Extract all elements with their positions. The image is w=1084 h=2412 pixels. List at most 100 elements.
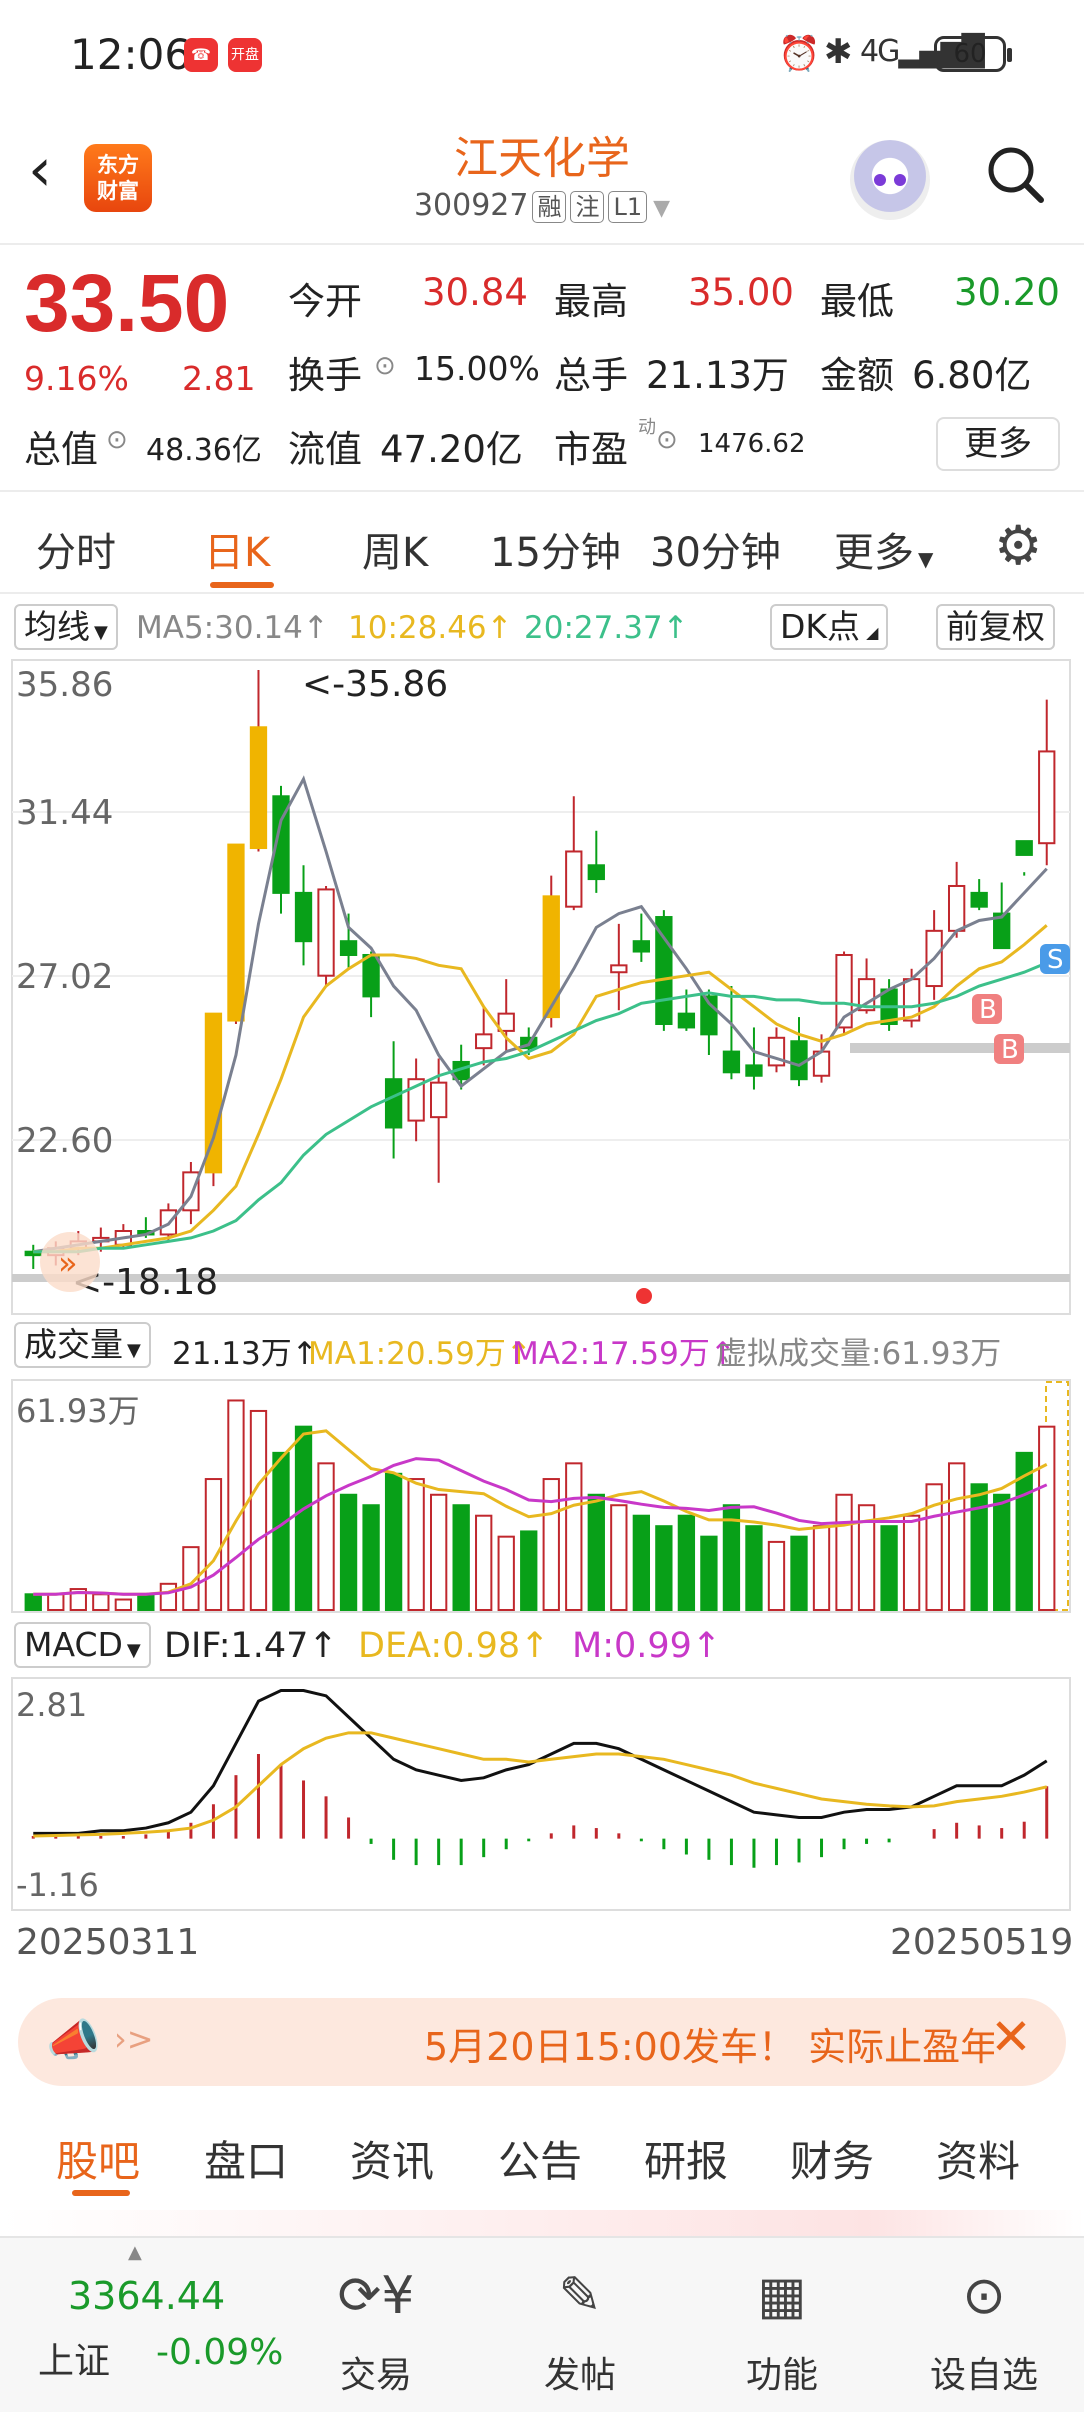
volume-bar <box>880 1525 898 1612</box>
volume-bar <box>452 1504 470 1611</box>
stock-code: 300927 <box>413 188 529 223</box>
volume-bar <box>384 1472 403 1611</box>
volume-bar <box>249 1409 268 1612</box>
tab-daily-k[interactable]: 日K <box>204 520 270 578</box>
candle-body <box>565 850 583 908</box>
volume-bar <box>993 1493 1011 1611</box>
volume-bar <box>767 1540 786 1612</box>
pe-superscript: 动 <box>638 417 656 438</box>
y-label-4: 22.60 <box>16 1121 113 1161</box>
amount-value: 6.80亿 <box>912 354 1032 397</box>
volume-bar <box>587 1493 605 1611</box>
info-icon[interactable]: ⊙ <box>374 351 396 381</box>
tab-guba[interactable]: 股吧 <box>56 2128 140 2189</box>
mktcap-value: 48.36亿 <box>146 433 262 468</box>
end-date: 20250519 <box>890 1922 1074 1963</box>
caret-up-icon[interactable]: ▲ <box>128 2242 142 2263</box>
candle-body <box>790 1040 808 1081</box>
candle-body <box>339 940 358 956</box>
volume-bar <box>272 1451 290 1611</box>
volume-bar <box>429 1493 448 1611</box>
volume-bar <box>970 1483 988 1611</box>
promo-banner[interactable]: 📣 ›> 5月20日15:00发车！ 实际止盈年 ✕ <box>18 1998 1066 2086</box>
volume-bar <box>790 1535 808 1612</box>
close-icon[interactable]: ✕ <box>990 2008 1032 2066</box>
index-change: -0.09% <box>156 2332 284 2373</box>
robot-assistant-icon[interactable] <box>850 140 930 220</box>
candle-body <box>745 1064 763 1077</box>
candle-body <box>249 726 268 850</box>
low-value: 30.20 <box>954 271 1060 314</box>
candle-body <box>632 940 651 953</box>
volume-bar <box>47 1593 65 1611</box>
candle-body <box>384 1078 403 1129</box>
open-label: 今开 <box>288 280 362 323</box>
volume-bar <box>835 1493 853 1611</box>
candle-body <box>317 888 335 977</box>
current-date-dot <box>636 1288 652 1304</box>
amount-label: 金额 <box>820 354 894 397</box>
nav-trade[interactable]: 交易 <box>296 2346 456 2398</box>
volume-bar <box>339 1493 358 1611</box>
more-button[interactable]: 更多 <box>936 417 1060 471</box>
tab-15min[interactable]: 15分钟 <box>490 520 621 578</box>
volume-bar <box>407 1478 425 1611</box>
candle-body <box>429 1081 448 1119</box>
volume-bar <box>812 1525 831 1612</box>
tab-announcement[interactable]: 公告 <box>498 2128 582 2189</box>
info-icon[interactable]: ⊙ <box>656 425 678 455</box>
period-tabs: 分时 日K 周K 15分钟 30分钟 更多 ▼ ⚙ <box>0 494 1084 594</box>
volume-bar <box>565 1462 583 1611</box>
low-label: 最低 <box>820 280 894 323</box>
candle-body <box>475 1033 493 1050</box>
index-value[interactable]: 3364.44 <box>68 2274 225 2318</box>
tab-30min[interactable]: 30分钟 <box>650 520 781 578</box>
gear-icon[interactable]: ⚙ <box>994 514 1042 577</box>
tag-margin: 融 <box>532 191 567 223</box>
trade-icon[interactable]: ⟳¥ <box>296 2266 456 2326</box>
max-marker: <-35.86 <box>302 664 448 705</box>
macd-top-label: 2.81 <box>16 1686 87 1724</box>
volume-bar <box>745 1525 763 1612</box>
caret-down-icon[interactable]: ▼ <box>653 196 670 221</box>
volume-bar <box>1038 1425 1056 1612</box>
volume-bar <box>632 1514 651 1612</box>
nav-add-watchlist[interactable]: 设自选 <box>904 2346 1064 2398</box>
app-header: ‹ 东方 财富 江天化学 300927 融注 L1 ▼ <box>0 110 1084 245</box>
alarm-icon: ⏰ <box>778 34 821 74</box>
volume-bar <box>362 1504 380 1611</box>
stock-chart[interactable]: 35.86 31.44 27.02 22.60 <-35.86 <-18.18 … <box>0 600 1084 1920</box>
volume-bar <box>655 1525 673 1612</box>
volume-bar <box>610 1504 628 1611</box>
functions-icon[interactable]: ▦ <box>702 2266 862 2326</box>
post-icon[interactable]: ✎ <box>500 2266 660 2326</box>
tab-intraday[interactable]: 分时 <box>36 520 116 578</box>
nav-functions[interactable]: 功能 <box>702 2346 862 2398</box>
tab-pankou[interactable]: 盘口 <box>204 2128 288 2189</box>
banner-text: 5月20日15:00发车！ 实际止盈年 <box>424 2025 994 2069</box>
volume-bar <box>317 1462 335 1611</box>
candle-body <box>294 891 313 943</box>
content-tabs: 股吧 盘口 资讯 公告 研报 财务 资料 <box>0 2100 1084 2200</box>
tab-finance[interactable]: 财务 <box>790 2128 874 2189</box>
tab-research[interactable]: 研报 <box>644 2128 728 2189</box>
index-name: 上证 <box>38 2341 111 2382</box>
tab-more[interactable]: 更多 ▼ <box>834 520 933 578</box>
app-badge: 开盘 <box>228 38 262 72</box>
buy-signal-text: B <box>1001 1035 1019 1065</box>
tab-weekly-k[interactable]: 周K <box>362 520 428 578</box>
status-bar: 12:06 ☎ 开盘 ⏰ ✱ 4G▂▄▆█ 60 <box>0 0 1084 110</box>
nav-post[interactable]: 发帖 <box>500 2346 660 2398</box>
y-label-top: 35.86 <box>16 665 113 705</box>
candle-body <box>610 964 628 974</box>
y-label-2: 31.44 <box>16 793 113 833</box>
search-icon[interactable] <box>985 144 1045 204</box>
y-label-3: 27.02 <box>16 957 113 997</box>
tab-news[interactable]: 资讯 <box>350 2128 434 2189</box>
volume-bar <box>700 1535 718 1612</box>
caret-down-icon: ▼ <box>918 547 934 571</box>
phone-icon: ☎ <box>184 38 218 72</box>
watchlist-icon[interactable]: ⊙ <box>904 2266 1064 2326</box>
info-icon[interactable]: ⊙ <box>106 425 128 455</box>
tab-profile[interactable]: 资料 <box>936 2128 1020 2189</box>
